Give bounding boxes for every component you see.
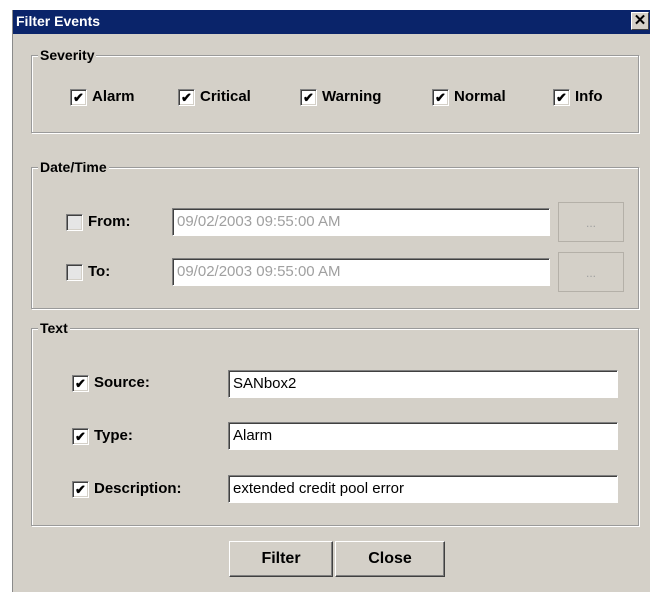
- to-label: To:: [88, 263, 111, 280]
- close-button[interactable]: Close: [335, 541, 445, 577]
- datetime-group: Date/Time From: 09/02/2003 09:55:00 AM .…: [31, 158, 639, 309]
- from-checkbox[interactable]: [66, 214, 83, 231]
- normal-label: Normal: [454, 88, 506, 105]
- source-input[interactable]: SANbox2: [228, 370, 618, 398]
- to-checkbox[interactable]: [66, 264, 83, 281]
- critical-label: Critical: [200, 88, 251, 105]
- filter-button[interactable]: Filter: [229, 541, 333, 577]
- alarm-label: Alarm: [92, 88, 135, 105]
- datetime-legend: Date/Time: [38, 158, 109, 176]
- from-picker-button[interactable]: ...: [558, 202, 624, 242]
- title-bar[interactable]: Filter Events ✕: [13, 10, 650, 34]
- warning-label: Warning: [322, 88, 382, 105]
- type-input[interactable]: Alarm: [228, 422, 618, 450]
- from-label: From:: [88, 213, 131, 230]
- critical-checkbox[interactable]: ✔: [178, 89, 195, 106]
- source-label: Source:: [94, 374, 150, 391]
- description-input[interactable]: extended credit pool error: [228, 475, 618, 503]
- warning-checkbox[interactable]: ✔: [300, 89, 317, 106]
- text-legend: Text: [38, 319, 70, 337]
- normal-checkbox[interactable]: ✔: [432, 89, 449, 106]
- alarm-checkbox[interactable]: ✔: [70, 89, 87, 106]
- type-label: Type:: [94, 427, 133, 444]
- severity-group: Severity ✔ Alarm ✔ Critical ✔ Warning ✔ …: [31, 46, 639, 133]
- close-icon[interactable]: ✕: [631, 12, 649, 30]
- description-label: Description:: [94, 480, 182, 497]
- description-checkbox[interactable]: ✔: [72, 481, 89, 498]
- info-label: Info: [575, 88, 603, 105]
- from-datetime-field[interactable]: 09/02/2003 09:55:00 AM: [172, 208, 550, 236]
- info-checkbox[interactable]: ✔: [553, 89, 570, 106]
- to-picker-button[interactable]: ...: [558, 252, 624, 292]
- filter-events-dialog: Filter Events ✕ Severity ✔ Alarm ✔ Criti…: [12, 10, 650, 592]
- source-checkbox[interactable]: ✔: [72, 375, 89, 392]
- text-group: Text ✔ Source: SANbox2 ✔ Type: Alarm ✔ D…: [31, 319, 639, 526]
- type-checkbox[interactable]: ✔: [72, 428, 89, 445]
- severity-legend: Severity: [38, 46, 97, 64]
- to-datetime-field[interactable]: 09/02/2003 09:55:00 AM: [172, 258, 550, 286]
- dialog-title: Filter Events: [16, 13, 101, 29]
